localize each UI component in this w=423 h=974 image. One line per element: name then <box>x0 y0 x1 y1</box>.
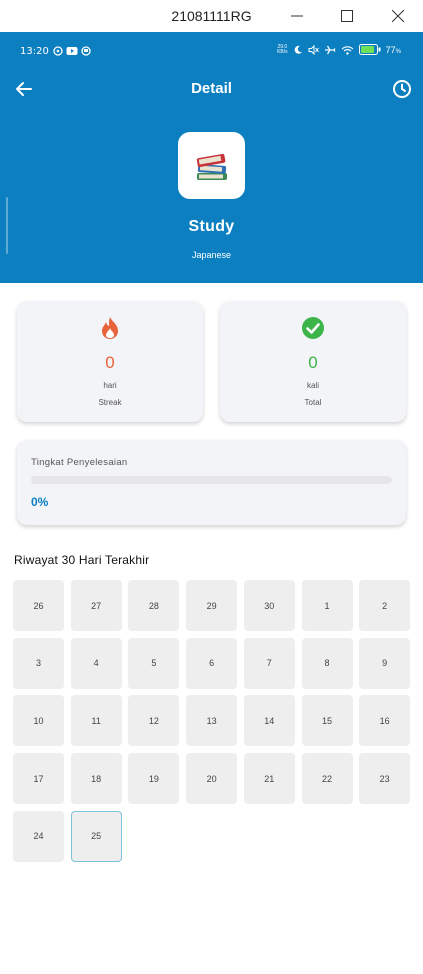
history-day[interactable]: 23 <box>359 753 411 805</box>
history-day[interactable]: 20 <box>186 753 238 805</box>
app-icon <box>81 46 91 56</box>
total-value: 0 <box>308 353 318 372</box>
status-notification-icons <box>53 46 91 56</box>
nav-bar: Detail <box>0 72 423 106</box>
completion-progress-bar <box>31 476 392 484</box>
streak-value: 0 <box>105 353 115 372</box>
airplane-icon <box>324 45 336 54</box>
history-day[interactable]: 3 <box>13 637 64 689</box>
battery-icon <box>358 44 381 55</box>
history-day[interactable]: 16 <box>359 695 411 747</box>
maximize-button[interactable] <box>322 0 372 32</box>
minimize-icon <box>291 15 303 17</box>
history-day[interactable]: 12 <box>128 695 180 747</box>
total-unit: kali <box>306 381 319 390</box>
mute-icon <box>308 44 319 55</box>
moon-icon <box>294 45 302 54</box>
battery-percent: 77% <box>385 44 401 55</box>
minimize-button[interactable] <box>272 0 322 32</box>
history-day[interactable]: 2 <box>359 580 411 631</box>
history-day[interactable]: 15 <box>301 695 353 747</box>
history-day[interactable]: 13 <box>186 695 238 747</box>
history-day[interactable]: 9 <box>359 637 411 689</box>
total-card: 0 kali Total <box>220 301 406 422</box>
history-day[interactable]: 22 <box>301 753 353 805</box>
fire-icon <box>102 317 118 339</box>
streak-unit: hari <box>103 381 117 390</box>
history-title: Riwayat 30 Hari Terakhir <box>14 553 150 567</box>
clock-icon <box>393 80 411 98</box>
history-day[interactable]: 14 <box>243 695 295 747</box>
status-system-icons: 29.0 KB/s 77% <box>277 44 401 55</box>
history-day[interactable]: 21 <box>243 753 295 805</box>
status-bar: 13:20 29.0 KB/s 77% <box>0 32 423 72</box>
youtube-icon <box>66 47 78 55</box>
history-day[interactable]: 18 <box>70 753 122 805</box>
history-day[interactable]: 10 <box>13 695 64 747</box>
history-day[interactable]: 7 <box>243 637 295 689</box>
books-icon <box>196 153 227 180</box>
history-day[interactable]: 8 <box>301 637 353 689</box>
close-button[interactable] <box>373 0 423 32</box>
completion-title: Tingkat Penyelesaian <box>31 457 128 468</box>
history-day[interactable]: 5 <box>128 637 180 689</box>
habit-name: Study <box>188 218 235 235</box>
net-speed: 29.0 KB/s <box>277 43 288 55</box>
streak-label: Streak <box>98 398 122 407</box>
page-title: Detail <box>191 80 232 97</box>
window-titlebar: 21081111RG <box>0 0 423 32</box>
completion-value: 0% <box>31 495 49 509</box>
close-icon <box>392 10 404 22</box>
history-day[interactable]: 30 <box>243 580 295 631</box>
status-time: 13:20 <box>20 46 49 57</box>
history-day[interactable]: 26 <box>13 580 64 631</box>
wifi-icon <box>341 45 354 55</box>
history-day[interactable]: 27 <box>70 580 122 631</box>
history-day[interactable]: 6 <box>186 637 238 689</box>
history-day[interactable]: 11 <box>70 695 122 747</box>
history-day[interactable]: 29 <box>186 580 238 631</box>
maximize-icon <box>341 10 353 22</box>
total-label: Total <box>304 398 322 407</box>
detail-header: 13:20 29.0 KB/s 77% Detail Study Japanes… <box>0 32 423 283</box>
habit-category: Japanese <box>191 250 232 260</box>
check-circle-icon <box>302 317 324 339</box>
history-day-today[interactable]: 25 <box>70 810 122 862</box>
history-button[interactable] <box>390 77 414 101</box>
history-day[interactable]: 17 <box>13 753 64 805</box>
habit-icon-tile <box>178 132 245 199</box>
history-day[interactable]: 4 <box>70 637 122 689</box>
whatsapp-icon <box>53 46 63 56</box>
history-day[interactable]: 19 <box>128 753 180 805</box>
completion-card: Tingkat Penyelesaian 0% <box>17 440 406 525</box>
history-day[interactable]: 1 <box>301 580 353 631</box>
history-day[interactable]: 28 <box>128 580 180 631</box>
history-day[interactable]: 24 <box>13 810 64 862</box>
streak-card: 0 hari Streak <box>17 301 203 422</box>
